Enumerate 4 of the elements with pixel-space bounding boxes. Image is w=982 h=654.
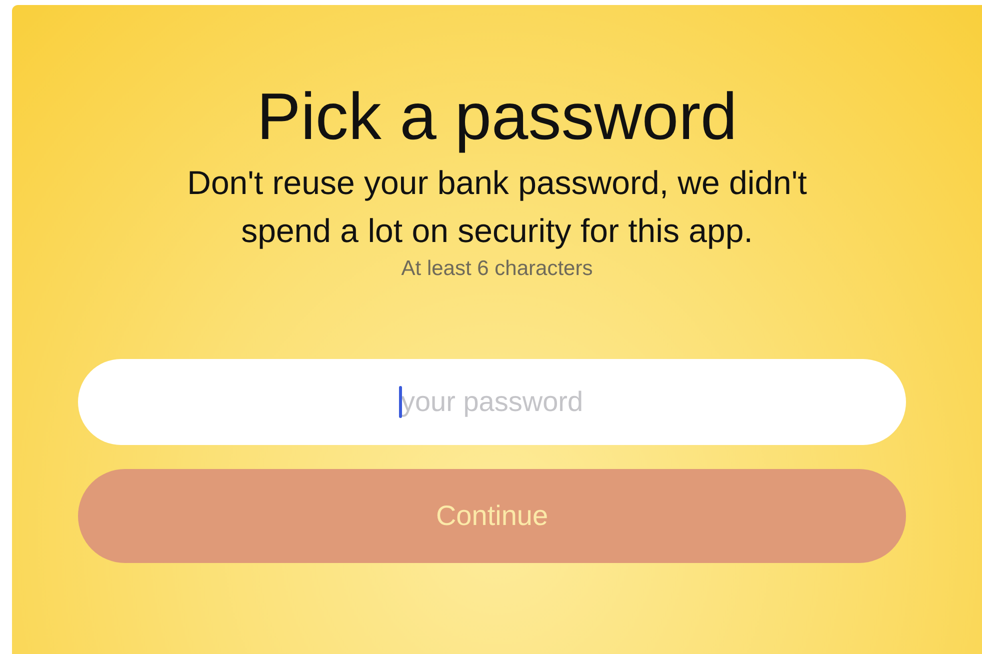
hint-text: At least 6 characters — [401, 257, 593, 281]
subtitle: Don't reuse your bank password, we didn't spend a lot on security for this app. — [186, 163, 808, 251]
page-title: Pick a password — [256, 78, 738, 155]
password-field[interactable]: your password — [78, 359, 906, 445]
